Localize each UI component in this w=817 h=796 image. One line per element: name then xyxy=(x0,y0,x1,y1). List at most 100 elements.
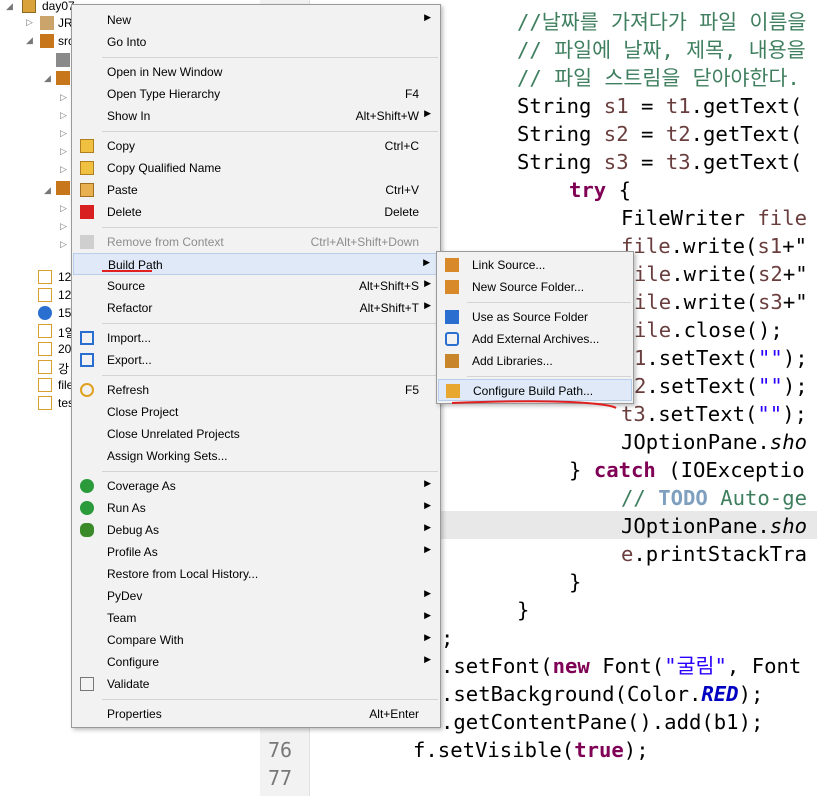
code-line: String s1 = t1.getText( xyxy=(517,94,803,118)
tree-label: 강 xyxy=(58,362,70,376)
code-line: } xyxy=(569,570,582,594)
file-icon xyxy=(38,396,52,410)
chevron-down-icon[interactable]: ◢ xyxy=(44,185,51,196)
menu-item-refactor[interactable]: Refactor Alt+Shift+T ▶ xyxy=(73,297,439,319)
globe-icon xyxy=(38,306,52,320)
code-line: ; xyxy=(441,626,454,650)
import-icon xyxy=(80,331,94,345)
menu-item-profile-as[interactable]: Profile As ▶ xyxy=(73,541,439,563)
menu-item-show-in[interactable]: Show In Alt+Shift+W ▶ xyxy=(73,105,439,127)
menu-item-copy[interactable]: Copy Ctrl+C xyxy=(73,135,439,157)
menu-item-close-project[interactable]: Close Project xyxy=(73,401,439,423)
code-line: file.write(s1+" xyxy=(621,234,808,258)
code-line: JOptionPane.sho xyxy=(621,514,807,538)
chevron-right-icon[interactable]: ▷ xyxy=(60,239,67,250)
menu-item-coverage-as[interactable]: Coverage As ▶ xyxy=(73,475,439,497)
submenu-item-add-libraries[interactable]: Add Libraries... xyxy=(438,350,632,372)
source-folder-icon xyxy=(40,34,54,48)
menu-item-new[interactable]: New ▶ xyxy=(73,9,439,31)
submenu-arrow-icon: ▶ xyxy=(424,588,431,598)
remove-context-icon xyxy=(80,235,94,249)
menu-separator xyxy=(102,57,438,58)
code-line: JOptionPane.sho xyxy=(621,430,807,454)
menu-separator xyxy=(102,227,438,228)
menu-item-import[interactable]: Import... xyxy=(73,327,439,349)
menu-item-open-type-hierarchy[interactable]: Open Type Hierarchy F4 xyxy=(73,83,439,105)
menu-item-go-into[interactable]: Go Into xyxy=(73,31,439,53)
chevron-right-icon[interactable]: ▷ xyxy=(60,128,67,139)
chevron-down-icon[interactable]: ◢ xyxy=(44,73,51,84)
submenu-item-link-source[interactable]: Link Source... xyxy=(438,254,632,276)
submenu-arrow-icon: ▶ xyxy=(424,610,431,620)
file-icon xyxy=(38,342,52,356)
menu-item-refresh[interactable]: Refresh F5 xyxy=(73,379,439,401)
code-line: ile.write(s2+" xyxy=(634,262,808,286)
file-icon xyxy=(38,270,52,284)
package-icon xyxy=(56,53,70,67)
menu-item-remove-from-context: Remove from Context Ctrl+Alt+Shift+Down xyxy=(73,231,439,253)
submenu-arrow-icon: ▶ xyxy=(424,278,431,288)
menu-item-open-in-new-window[interactable]: Open in New Window xyxy=(73,61,439,83)
menu-item-paste[interactable]: Paste Ctrl+V xyxy=(73,179,439,201)
tree-label: day07 xyxy=(42,0,75,13)
menu-item-run-as[interactable]: Run As ▶ xyxy=(73,497,439,519)
build-path-submenu: Link Source... New Source Folder... Use … xyxy=(436,251,634,404)
submenu-arrow-icon: ▶ xyxy=(424,108,431,118)
paste-icon xyxy=(80,183,94,197)
line-number: 77 xyxy=(268,766,293,790)
code-line: 2.setText(""); xyxy=(634,374,808,398)
submenu-arrow-icon: ▶ xyxy=(424,12,431,22)
code-line: try { xyxy=(569,178,632,202)
submenu-arrow-icon: ▶ xyxy=(424,522,431,532)
chevron-right-icon[interactable]: ▷ xyxy=(26,17,33,28)
submenu-item-add-external-archives[interactable]: Add External Archives... xyxy=(438,328,632,350)
submenu-item-new-source-folder[interactable]: New Source Folder... xyxy=(438,276,632,298)
copy-icon xyxy=(80,161,94,175)
menu-item-properties[interactable]: Properties Alt+Enter xyxy=(73,703,439,725)
menu-separator xyxy=(102,323,438,324)
code-line: e.printStackTra xyxy=(621,542,807,566)
menu-separator xyxy=(467,302,631,303)
chevron-down-icon[interactable]: ◢ xyxy=(26,35,33,46)
code-line: // 파일 스트림을 닫아야한다. xyxy=(517,66,800,90)
chevron-down-icon[interactable]: ◢ xyxy=(6,1,13,12)
chevron-right-icon[interactable]: ▷ xyxy=(60,146,67,157)
code-line: FileWriter file xyxy=(621,206,807,230)
chevron-right-icon[interactable]: ▷ xyxy=(60,92,67,103)
chevron-right-icon[interactable]: ▷ xyxy=(60,164,67,175)
menu-item-export[interactable]: Export... xyxy=(73,349,439,371)
submenu-arrow-icon: ▶ xyxy=(424,632,431,642)
code-line: t3.setText(""); xyxy=(621,402,808,426)
submenu-arrow-icon: ▶ xyxy=(424,478,431,488)
menu-item-close-unrelated-projects[interactable]: Close Unrelated Projects xyxy=(73,423,439,445)
menu-item-compare-with[interactable]: Compare With ▶ xyxy=(73,629,439,651)
checkbox-icon xyxy=(80,677,94,691)
package-icon xyxy=(56,181,70,195)
menu-item-validate[interactable]: Validate xyxy=(73,673,439,695)
export-icon xyxy=(80,353,94,367)
menu-item-restore-local-history[interactable]: Restore from Local History... xyxy=(73,563,439,585)
delete-icon xyxy=(80,205,94,219)
chevron-right-icon[interactable]: ▷ xyxy=(60,110,67,121)
menu-item-debug-as[interactable]: Debug As ▶ xyxy=(73,519,439,541)
menu-item-source[interactable]: Source Alt+Shift+S ▶ xyxy=(73,275,439,297)
submenu-arrow-icon: ▶ xyxy=(424,500,431,510)
source-folder-icon xyxy=(445,310,459,324)
menu-item-configure[interactable]: Configure ▶ xyxy=(73,651,439,673)
menu-item-assign-working-sets[interactable]: Assign Working Sets... xyxy=(73,445,439,467)
menu-item-pydev[interactable]: PyDev ▶ xyxy=(73,585,439,607)
chevron-right-icon[interactable]: ▷ xyxy=(60,203,67,214)
file-icon xyxy=(38,360,52,374)
annotation-underline-build-path xyxy=(102,270,152,272)
coverage-icon xyxy=(80,479,94,493)
menu-item-team[interactable]: Team ▶ xyxy=(73,607,439,629)
chevron-right-icon[interactable]: ▷ xyxy=(60,221,67,232)
code-line: String s3 = t3.getText( xyxy=(517,150,803,174)
menu-item-copy-qualified-name[interactable]: Copy Qualified Name xyxy=(73,157,439,179)
line-number: 76 xyxy=(268,738,293,762)
submenu-item-use-as-source-folder[interactable]: Use as Source Folder xyxy=(438,306,632,328)
menu-separator xyxy=(102,699,438,700)
copy-icon xyxy=(80,139,94,153)
code-line: 1.setText(""); xyxy=(634,346,808,370)
menu-item-delete[interactable]: Delete Delete xyxy=(73,201,439,223)
